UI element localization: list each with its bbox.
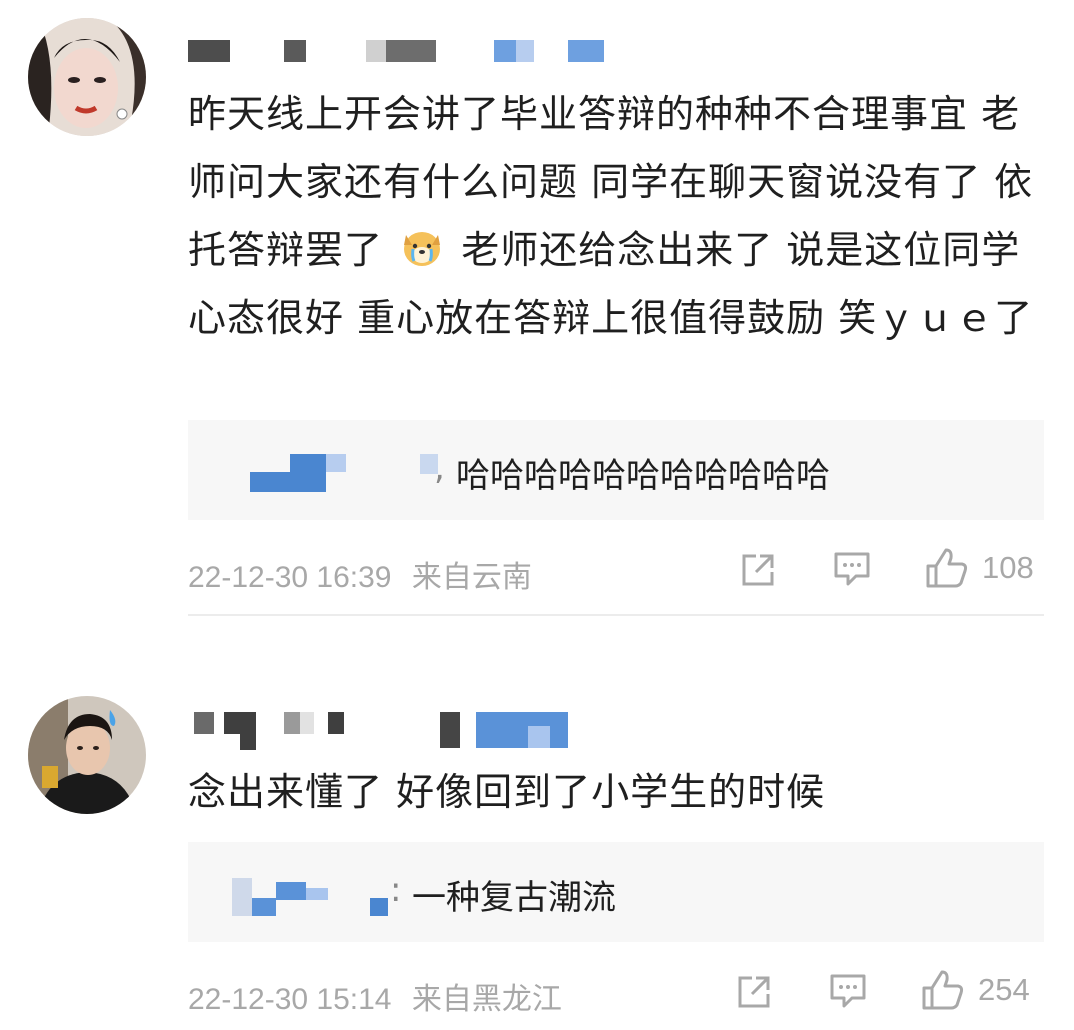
comment-text: 念出来懂了 好像回到了小学生的时候 <box>188 758 1050 826</box>
comment-button[interactable] <box>828 970 868 1012</box>
thumbs-up-icon <box>926 548 968 588</box>
reply-username-blurred[interactable] <box>250 454 450 494</box>
avatar[interactable] <box>28 696 146 814</box>
share-button[interactable] <box>738 550 778 590</box>
like-button[interactable]: 108 <box>924 546 1034 590</box>
reply-text: 一种复古潮流 <box>412 878 616 918</box>
reply-text: 哈哈哈哈哈哈哈哈哈哈哈 <box>456 456 830 496</box>
comment-2: 念出来懂了 好像回到了小学生的时候 : 一种复古潮流 22-12-30 15:1… <box>0 620 1074 1030</box>
username-blurred[interactable] <box>188 712 588 750</box>
like-count: 254 <box>978 972 1030 1007</box>
comment-text-part1: 念出来懂了 好像回到了小学生的时候 <box>188 770 826 814</box>
reply-prefix: : <box>390 870 402 910</box>
avatar[interactable] <box>28 18 146 136</box>
comment-text: 昨天线上开会讲了毕业答辩的种种不合理事宜 老师问大家还有什么问题 同学在聊天窗说… <box>188 80 1050 352</box>
comment-meta: 22-12-30 16:39 来自云南 <box>188 552 532 596</box>
share-button[interactable] <box>734 972 774 1012</box>
reply-box[interactable]: : 一种复古潮流 <box>188 842 1044 942</box>
comment-icon <box>834 552 870 586</box>
like-button[interactable]: 254 <box>920 968 1030 1012</box>
share-icon <box>738 976 770 1008</box>
timestamp: 22-12-30 15:14 <box>188 983 392 1016</box>
comment-button[interactable] <box>832 548 872 590</box>
reply-box[interactable]: , 哈哈哈哈哈哈哈哈哈哈哈 <box>188 420 1044 520</box>
reply-prefix: , <box>434 448 445 488</box>
reply-username-blurred[interactable] <box>232 878 412 918</box>
comment-1: 昨天线上开会讲了毕业答辩的种种不合理事宜 老师问大家还有什么问题 同学在聊天窗说… <box>0 0 1074 620</box>
location: 来自云南 <box>411 560 532 595</box>
avatar-image <box>28 696 146 814</box>
comment-meta: 22-12-30 15:14 来自黑龙江 <box>188 974 562 1018</box>
thumbs-up-icon <box>922 970 964 1010</box>
like-count: 108 <box>982 550 1034 585</box>
divider <box>188 614 1044 616</box>
location: 来自黑龙江 <box>411 982 562 1017</box>
comment-icon <box>830 974 866 1008</box>
timestamp: 22-12-30 16:39 <box>188 561 392 594</box>
username-blurred[interactable] <box>188 40 608 62</box>
avatar-image <box>28 18 146 136</box>
share-icon <box>742 554 774 586</box>
crying-dog-emoji-icon <box>400 222 444 266</box>
